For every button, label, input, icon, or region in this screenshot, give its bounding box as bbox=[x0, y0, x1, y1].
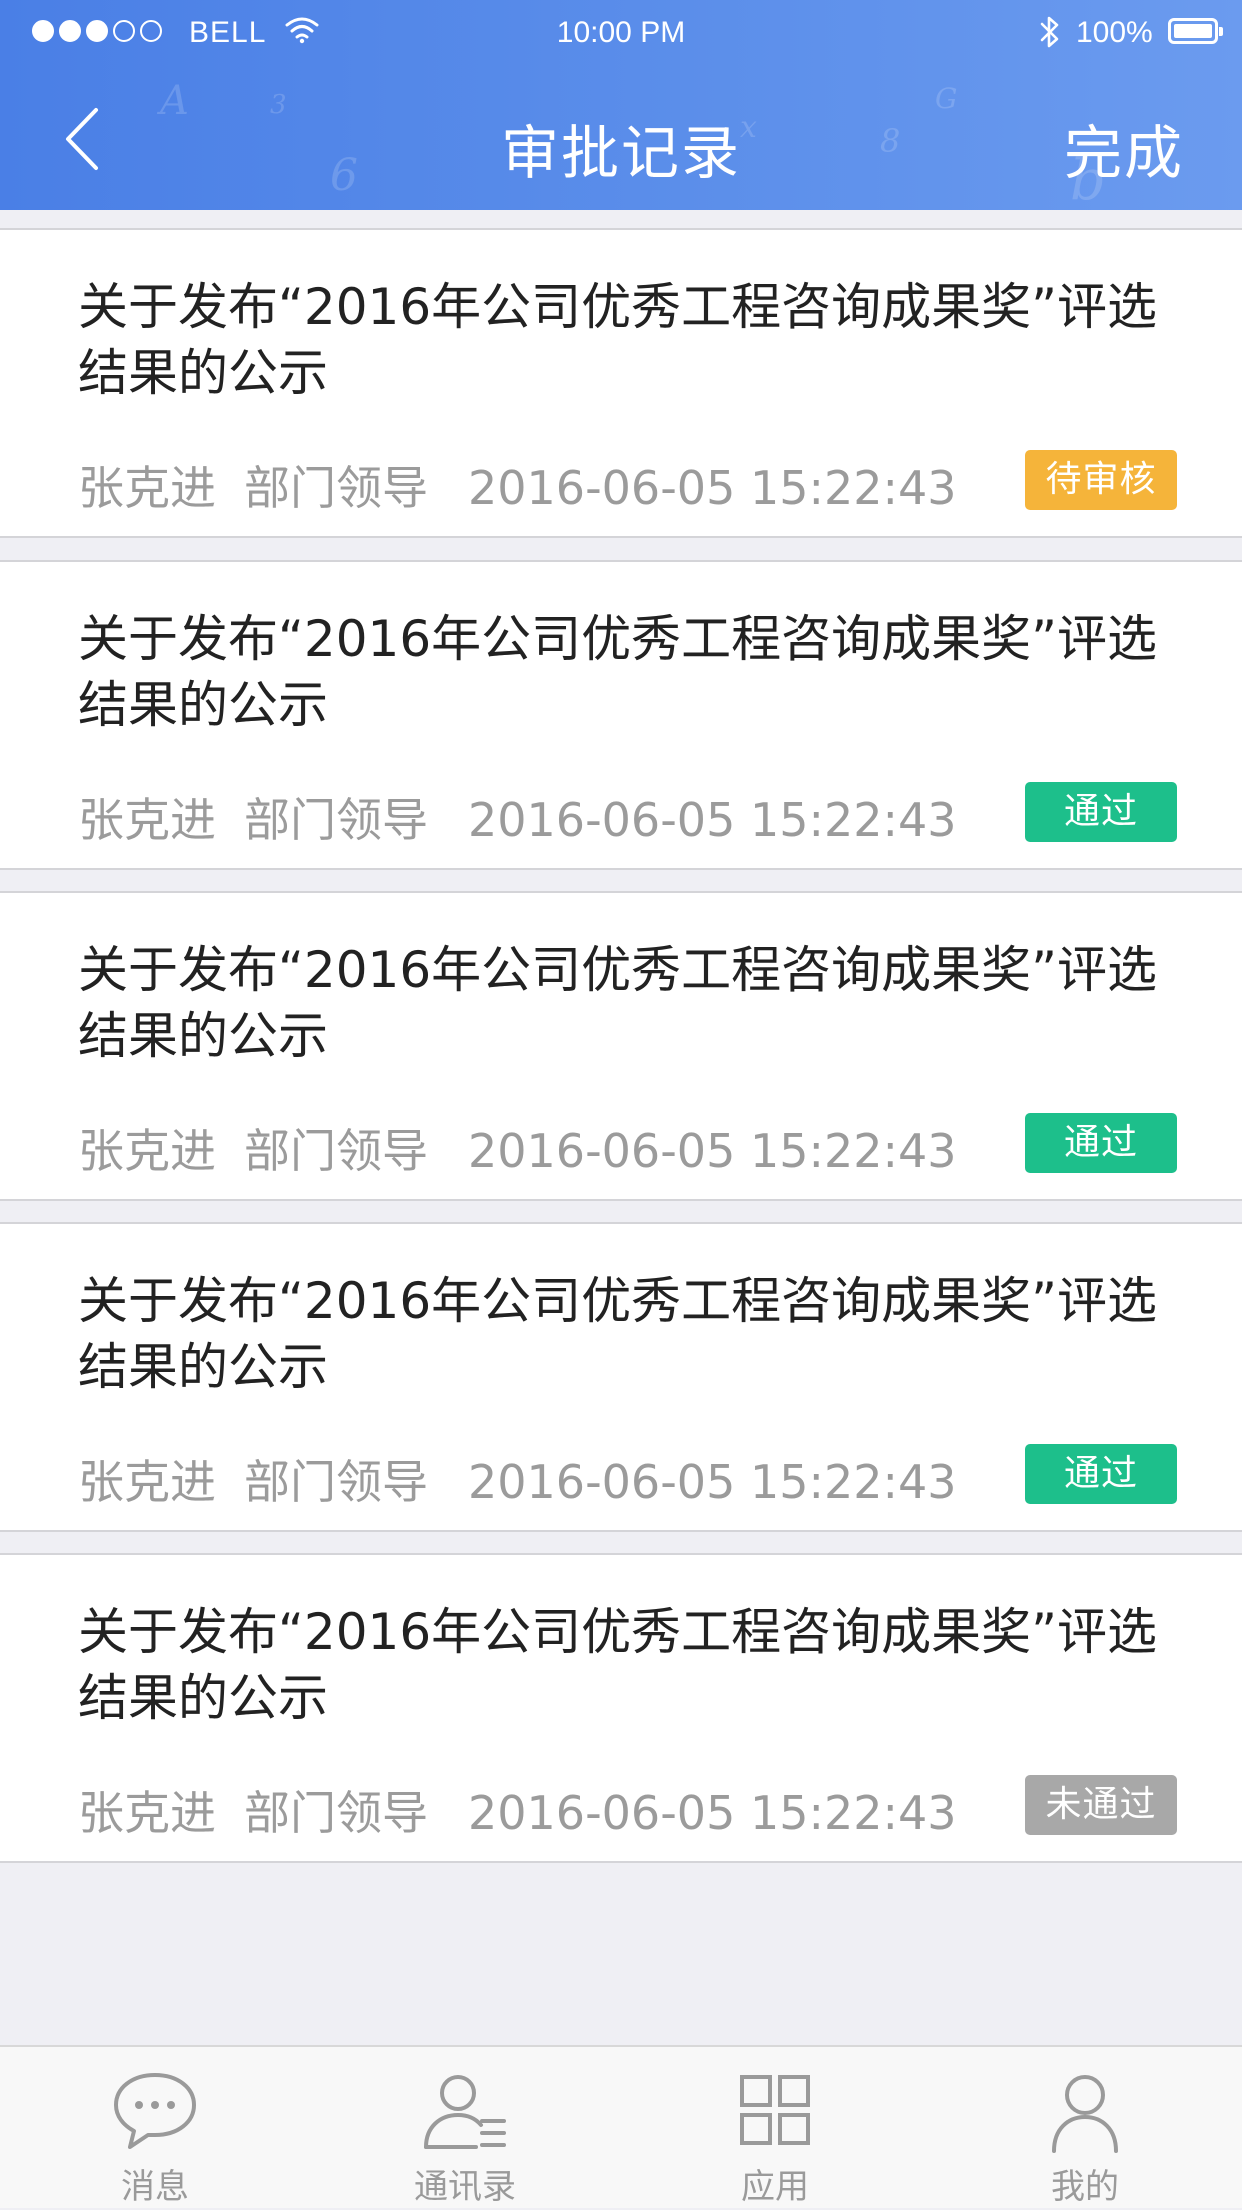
record-meta: 张克进 部门领导 2016-06-05 15:22:43 bbox=[78, 784, 957, 850]
approval-record-card[interactable]: 关于发布“2016年公司优秀工程咨询成果奖”评选结果的公示 张克进 部门领导 201… bbox=[0, 1553, 1242, 1863]
tab-label: 消息 bbox=[121, 2167, 189, 2207]
apps-grid-icon bbox=[740, 2075, 810, 2145]
tab-messages[interactable]: 消息 bbox=[0, 2047, 310, 2210]
record-datetime: 2016-06-05 15:22:43 bbox=[468, 793, 957, 847]
nav-bar: 审批记录 完成 bbox=[0, 66, 1242, 210]
done-button[interactable]: 完成 bbox=[1064, 106, 1184, 190]
status-badge: 待审核 bbox=[1025, 450, 1177, 510]
record-role: 部门领导 bbox=[244, 1455, 428, 1509]
status-badge: 通过 bbox=[1025, 1444, 1177, 1504]
approval-record-card[interactable]: 关于发布“2016年公司优秀工程咨询成果奖”评选结果的公示 张克进 部门领导 201… bbox=[0, 891, 1242, 1201]
record-datetime: 2016-06-05 15:22:43 bbox=[468, 1455, 957, 1509]
record-meta: 张克进 部门领导 2016-06-05 15:22:43 bbox=[78, 1446, 957, 1512]
record-meta: 张克进 部门领导 2016-06-05 15:22:43 bbox=[78, 1115, 957, 1181]
status-badge: 未通过 bbox=[1025, 1775, 1177, 1835]
record-person: 张克进 bbox=[78, 793, 216, 847]
record-title: 关于发布“2016年公司优秀工程咨询成果奖”评选结果的公示 bbox=[78, 278, 1158, 402]
record-person: 张克进 bbox=[78, 461, 216, 515]
record-datetime: 2016-06-05 15:22:43 bbox=[468, 1786, 957, 1840]
record-title: 关于发布“2016年公司优秀工程咨询成果奖”评选结果的公示 bbox=[78, 610, 1158, 734]
approval-record-card[interactable]: 关于发布“2016年公司优秀工程咨询成果奖”评选结果的公示 张克进 部门领导 201… bbox=[0, 560, 1242, 870]
record-role: 部门领导 bbox=[244, 1124, 428, 1178]
record-role: 部门领导 bbox=[244, 1786, 428, 1840]
record-title: 关于发布“2016年公司优秀工程咨询成果奖”评选结果的公示 bbox=[78, 1272, 1158, 1396]
record-role: 部门领导 bbox=[244, 793, 428, 847]
tab-label: 应用 bbox=[741, 2167, 809, 2207]
message-bubble-icon bbox=[114, 2073, 196, 2149]
page-title: 审批记录 bbox=[500, 119, 741, 187]
battery-icon bbox=[1168, 18, 1223, 44]
record-person: 张克进 bbox=[78, 1455, 216, 1509]
record-title: 关于发布“2016年公司优秀工程咨询成果奖”评选结果的公示 bbox=[78, 1603, 1158, 1727]
status-bar: BELL 10:00 PM 100% bbox=[0, 0, 1242, 66]
record-person: 张克进 bbox=[78, 1124, 216, 1178]
record-meta: 张克进 部门领导 2016-06-05 15:22:43 bbox=[78, 452, 957, 518]
tab-label: 我的 bbox=[1051, 2167, 1119, 2207]
record-role: 部门领导 bbox=[244, 461, 428, 515]
tab-apps[interactable]: 应用 bbox=[620, 2047, 930, 2210]
status-badge: 通过 bbox=[1025, 1113, 1177, 1173]
profile-icon bbox=[1052, 2075, 1118, 2153]
bluetooth-icon bbox=[1040, 16, 1059, 48]
header: A 3 6 x 8 G b BELL 10:00 PM 100% 审批记录 完成 bbox=[0, 0, 1242, 210]
approval-record-card[interactable]: 关于发布“2016年公司优秀工程咨询成果奖”评选结果的公示 张克进 部门领导 201… bbox=[0, 1222, 1242, 1532]
contacts-icon bbox=[424, 2075, 506, 2149]
tab-profile[interactable]: 我的 bbox=[930, 2047, 1240, 2210]
battery-percent: 100% bbox=[1076, 16, 1153, 49]
record-meta: 张克进 部门领导 2016-06-05 15:22:43 bbox=[78, 1777, 957, 1843]
battery-level bbox=[1174, 24, 1212, 38]
approval-record-card[interactable]: 关于发布“2016年公司优秀工程咨询成果奖”评选结果的公示 张克进 部门领导 201… bbox=[0, 228, 1242, 538]
status-badge: 通过 bbox=[1025, 782, 1177, 842]
record-person: 张克进 bbox=[78, 1786, 216, 1840]
bottom-tab-bar: 消息 通讯录 应用 我的 bbox=[0, 2045, 1242, 2208]
tab-label: 通讯录 bbox=[414, 2167, 516, 2207]
record-title: 关于发布“2016年公司优秀工程咨询成果奖”评选结果的公示 bbox=[78, 941, 1158, 1065]
record-datetime: 2016-06-05 15:22:43 bbox=[468, 461, 957, 515]
tab-contacts[interactable]: 通讯录 bbox=[310, 2047, 620, 2210]
record-datetime: 2016-06-05 15:22:43 bbox=[468, 1124, 957, 1178]
